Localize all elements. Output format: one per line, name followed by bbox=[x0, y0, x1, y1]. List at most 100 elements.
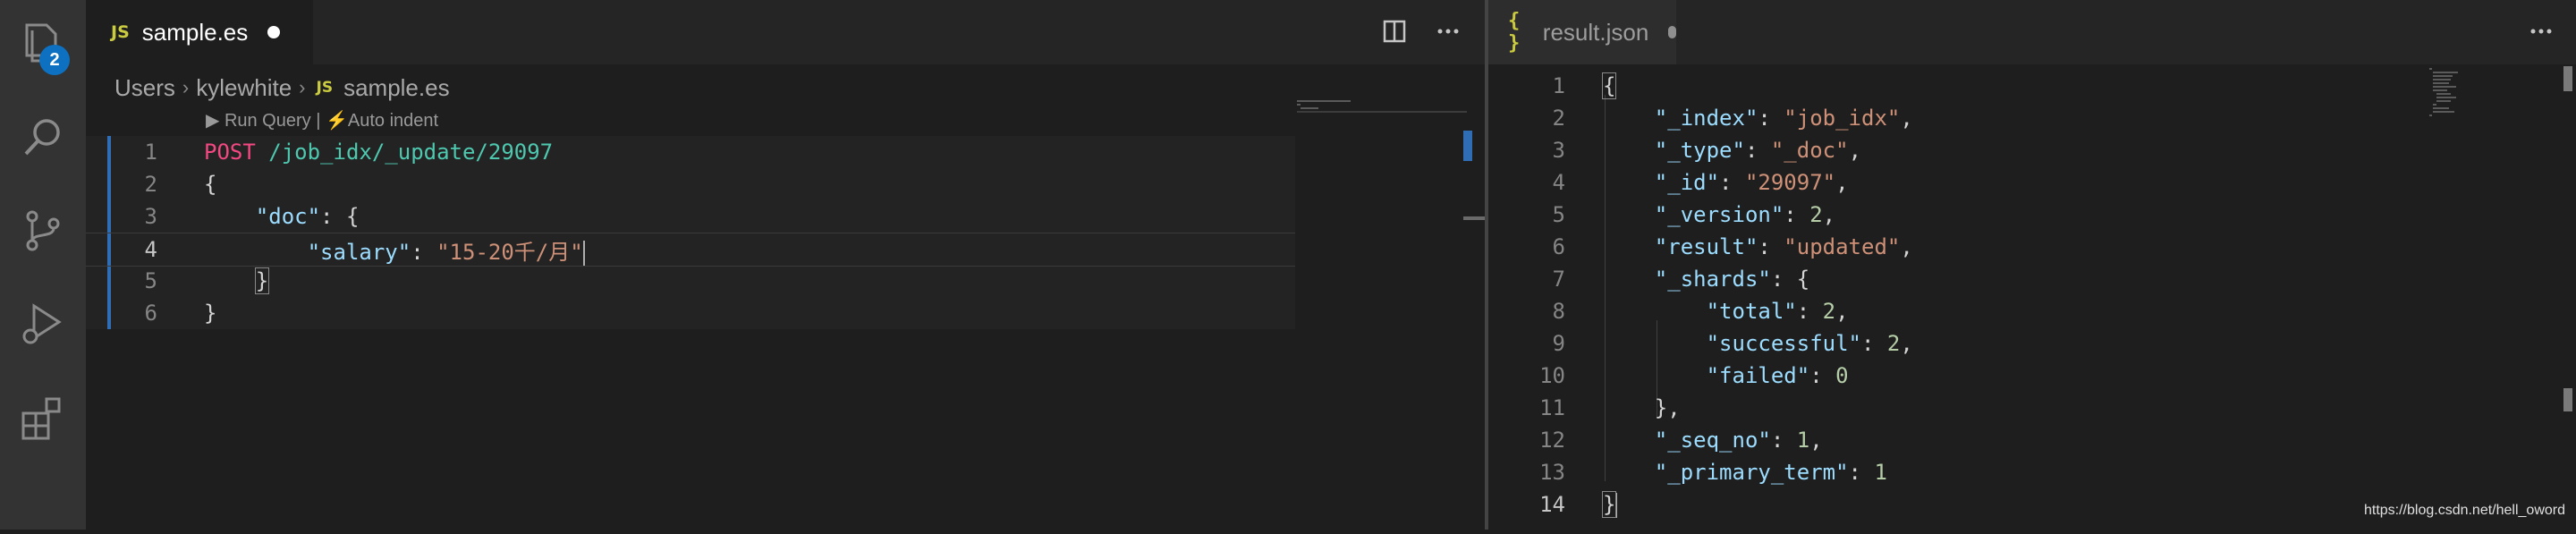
line-number: 4 bbox=[144, 237, 157, 262]
code-line: 5 "_version": 2, bbox=[1488, 199, 2576, 231]
source-control-icon[interactable] bbox=[18, 206, 68, 256]
split-editor-icon[interactable] bbox=[1383, 20, 1406, 47]
json-string: "_doc" bbox=[1770, 138, 1849, 163]
minimap[interactable] bbox=[2429, 66, 2483, 116]
code-editor[interactable]: 1 POST /job_idx/_update/29097 2 { 3 "doc… bbox=[86, 136, 1295, 329]
line-number: 2 bbox=[1552, 106, 1565, 131]
line-number: 9 bbox=[1552, 331, 1565, 356]
editor-group-left: JS sample.es Users › kylewhite › JS samp… bbox=[86, 0, 1485, 530]
run-query-link[interactable]: ▶ Run Query bbox=[206, 111, 311, 131]
line-number: 2 bbox=[144, 172, 157, 197]
chevron-right-icon: › bbox=[299, 76, 306, 98]
line-number: 10 bbox=[1539, 363, 1565, 388]
minimap[interactable] bbox=[1297, 98, 1467, 120]
tab-result-json[interactable]: { } result.json bbox=[1488, 0, 1676, 64]
code-line: 12 "_seq_no": 1, bbox=[1488, 424, 2576, 456]
unsaved-dot-icon[interactable] bbox=[1668, 26, 1676, 38]
http-method: POST bbox=[204, 140, 256, 165]
line-number: 1 bbox=[144, 140, 157, 165]
tab-sample-es[interactable]: JS sample.es bbox=[86, 0, 313, 64]
json-key: "successful" bbox=[1706, 331, 1861, 356]
line-number: 5 bbox=[1552, 202, 1565, 227]
code-text: , bbox=[1900, 106, 1913, 131]
js-file-icon: JS bbox=[316, 79, 334, 97]
breadcrumb-item[interactable]: sample.es bbox=[343, 74, 450, 102]
code-text: : bbox=[1770, 428, 1797, 453]
vertical-scrollbar[interactable] bbox=[2562, 64, 2574, 530]
breadcrumb-item[interactable]: Users bbox=[114, 74, 175, 102]
json-string: "updated" bbox=[1784, 234, 1901, 259]
code-text: : bbox=[1758, 234, 1784, 259]
line-number: 1 bbox=[1552, 73, 1565, 98]
activity-bar: 2 bbox=[0, 0, 86, 530]
code-text: } bbox=[204, 301, 217, 326]
code-text: : { bbox=[320, 204, 360, 229]
code-text: , bbox=[1822, 202, 1836, 227]
text-cursor bbox=[582, 240, 585, 266]
code-text: , bbox=[1900, 234, 1913, 259]
more-actions-icon[interactable] bbox=[1436, 20, 1460, 47]
code-text: : bbox=[1744, 138, 1771, 163]
tab-label: result.json bbox=[1542, 18, 1649, 46]
run-debug-icon[interactable] bbox=[18, 299, 68, 349]
line-number: 13 bbox=[1539, 460, 1565, 485]
line-number: 7 bbox=[1552, 267, 1565, 292]
code-text: , bbox=[1900, 331, 1913, 356]
code-text: , bbox=[1835, 170, 1849, 195]
code-line: 4 "_id": "29097", bbox=[1488, 166, 2576, 199]
overview-ruler-cursor bbox=[1463, 216, 1485, 220]
code-line: 9 "successful": 2, bbox=[1488, 327, 2576, 360]
code-text: } bbox=[254, 267, 270, 294]
code-text: : bbox=[1719, 170, 1745, 195]
code-line: 2 "_index": "job_idx", bbox=[1488, 102, 2576, 134]
code-line: 10 "failed": 0 bbox=[1488, 360, 2576, 392]
json-number: 2 bbox=[1886, 331, 1901, 356]
json-key: "salary" bbox=[307, 239, 411, 265]
tab-bar: JS sample.es bbox=[86, 0, 1485, 64]
code-line: 11 }, bbox=[1488, 392, 2576, 424]
json-number: 2 bbox=[1809, 202, 1823, 227]
code-text: : { bbox=[1770, 267, 1810, 292]
json-number: 1 bbox=[1796, 428, 1810, 453]
json-key: "_id" bbox=[1654, 170, 1720, 195]
line-number: 14 bbox=[1539, 492, 1565, 517]
json-key: "_index" bbox=[1654, 106, 1758, 131]
js-file-icon: JS bbox=[111, 22, 130, 42]
code-line-active: 4 "salary": "15-20千/月" bbox=[86, 233, 1295, 267]
code-text: }, bbox=[1603, 395, 1681, 420]
code-editor[interactable]: 1{2 "_index": "job_idx", 3 "_type": "_doc… bbox=[1488, 64, 2576, 530]
json-string: "29097" bbox=[1744, 170, 1836, 195]
code-line: 1 POST /job_idx/_update/29097 bbox=[86, 136, 1295, 168]
breadcrumb-item[interactable]: kylewhite bbox=[196, 74, 292, 102]
line-number: 5 bbox=[144, 268, 157, 293]
json-key: "result" bbox=[1654, 234, 1758, 259]
line-number: 8 bbox=[1552, 299, 1565, 324]
chevron-right-icon: › bbox=[182, 76, 190, 98]
auto-indent-link[interactable]: ⚡Auto indent bbox=[326, 111, 438, 131]
json-key: "_shards" bbox=[1654, 267, 1771, 292]
code-line: 2 { bbox=[86, 168, 1295, 200]
tab-label: sample.es bbox=[141, 18, 249, 46]
extensions-icon[interactable] bbox=[18, 394, 68, 444]
code-line: 1{ bbox=[1488, 70, 2576, 102]
code-line: 3 "_type": "_doc", bbox=[1488, 134, 2576, 166]
tab-bar: { } result.json bbox=[1488, 0, 2576, 64]
json-string: "15-20千/月" bbox=[436, 239, 583, 265]
search-icon[interactable] bbox=[18, 113, 68, 163]
text-cursor bbox=[1615, 492, 1618, 518]
code-text: , bbox=[1809, 428, 1823, 453]
more-actions-icon[interactable] bbox=[2529, 20, 2553, 47]
json-key: "_primary_term" bbox=[1654, 460, 1849, 485]
code-line: 6 "result": "updated", bbox=[1488, 231, 2576, 263]
line-number: 3 bbox=[1552, 138, 1565, 163]
json-key: "failed" bbox=[1706, 363, 1810, 388]
code-line: 7 "_shards": { bbox=[1488, 263, 2576, 295]
unsaved-dot-icon[interactable] bbox=[267, 26, 281, 38]
